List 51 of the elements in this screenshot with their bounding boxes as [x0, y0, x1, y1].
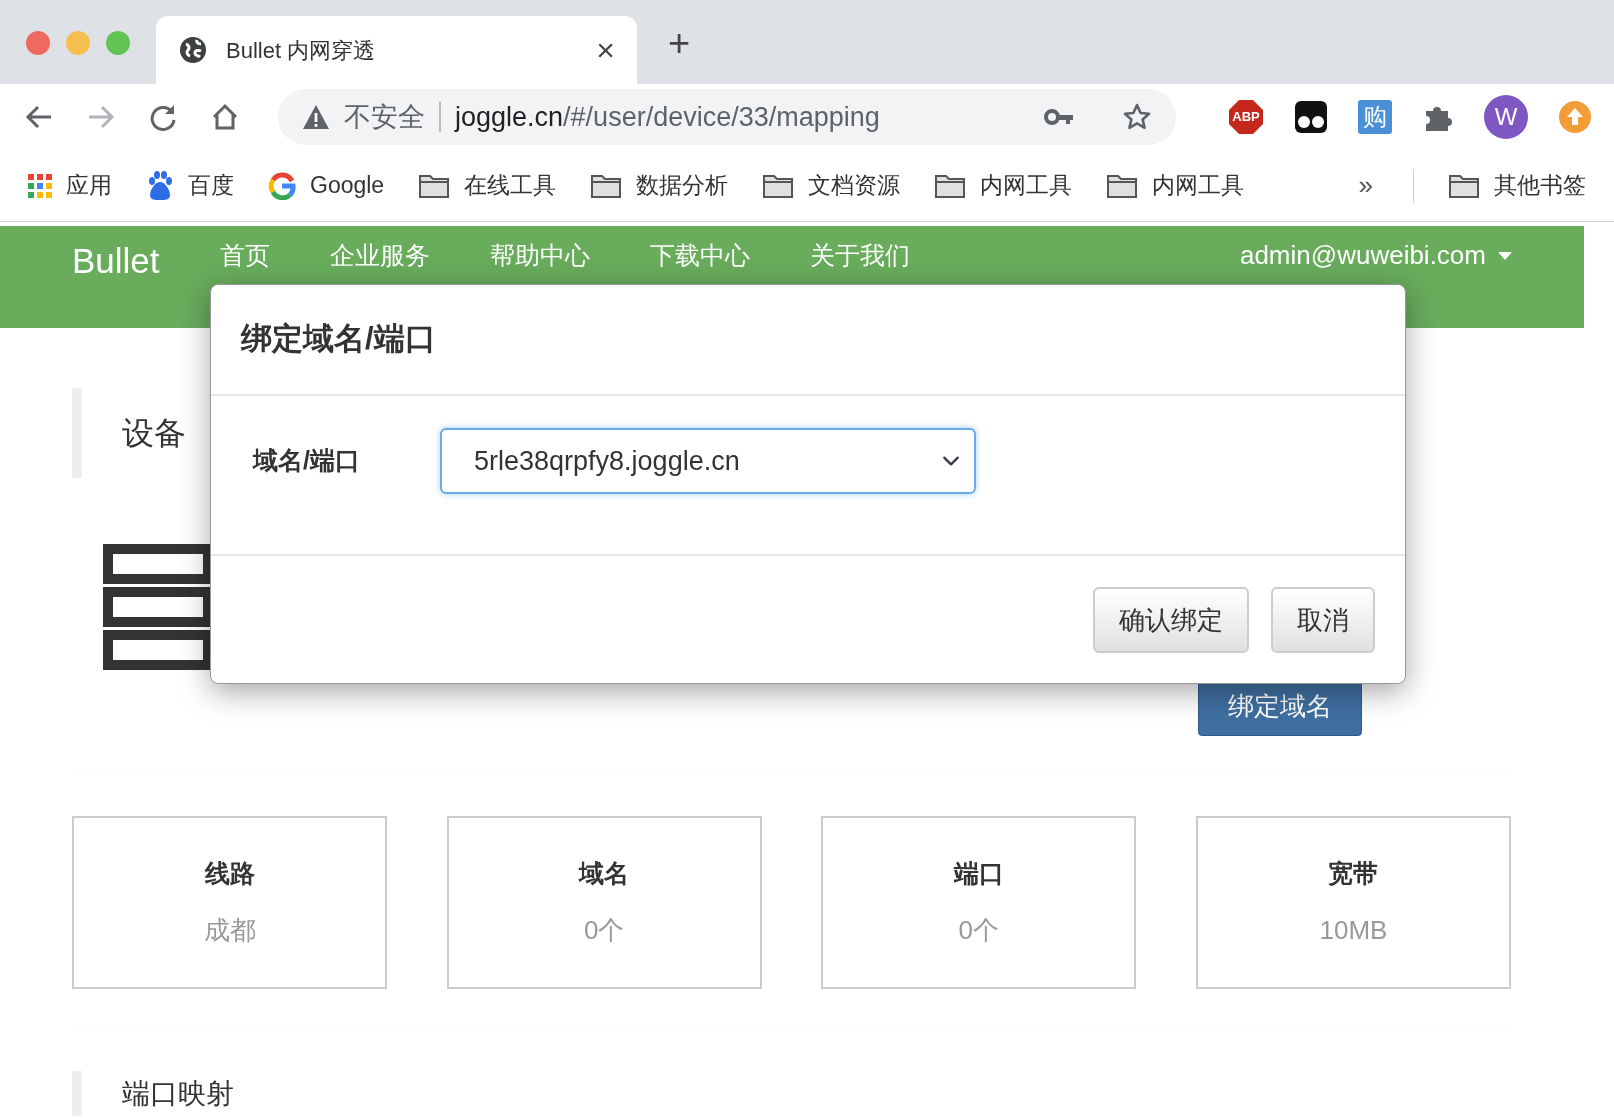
domain-select[interactable]: 5rle38qrpfy8.joggle.cn: [440, 428, 976, 494]
tab-title: Bullet 内网穿透: [226, 36, 376, 65]
stat-value: 成都: [203, 913, 256, 947]
profile-avatar[interactable]: W: [1484, 95, 1528, 139]
paw-icon: [146, 170, 174, 201]
warning-icon: [302, 104, 330, 130]
folder-icon: [934, 172, 967, 199]
stat-value: 0个: [958, 913, 1000, 947]
bookmark[interactable]: 内网工具: [1106, 168, 1245, 203]
close-button[interactable]: ×: [596, 34, 615, 66]
folder-icon: [418, 172, 451, 199]
security-label: 不安全: [344, 100, 425, 134]
other-bookmarks[interactable]: 其他书签: [1448, 168, 1586, 203]
folder-icon: [590, 172, 623, 199]
url-text: joggle.cn/#/user/device/33/mapping: [455, 100, 880, 134]
bookmarks-overflow-button[interactable]: »: [1352, 165, 1379, 206]
bookmark[interactable]: Google: [268, 168, 385, 203]
bookmark[interactable]: 百度: [146, 168, 234, 203]
google-g-icon: [268, 171, 296, 200]
folder-icon: [1448, 172, 1480, 199]
caret-icon: [1498, 251, 1512, 260]
new-tab-button[interactable]: +: [664, 24, 695, 62]
section-title: 设备: [122, 414, 186, 453]
bookmark[interactable]: 在线工具: [418, 168, 557, 203]
glasses-extension-icon[interactable]: [1294, 100, 1328, 134]
bookmark[interactable]: 文档资源: [762, 168, 901, 203]
modal-button[interactable]: 确认绑定: [1093, 587, 1249, 653]
server-icon: [103, 544, 213, 670]
folder-icon: [1106, 172, 1139, 199]
section-title: 端口映射: [122, 1076, 234, 1111]
stat-label: 线路: [204, 858, 255, 890]
home-icon[interactable]: [210, 102, 240, 132]
stat-label: 宽带: [1328, 858, 1379, 890]
stat-value: 0个: [583, 913, 625, 947]
adblock-extension-icon[interactable]: ABP: [1228, 99, 1264, 135]
globe-icon: [178, 35, 208, 65]
stat-label: 域名: [579, 858, 630, 890]
stat-value: 10MB: [1319, 913, 1388, 947]
apps-grid-icon: [28, 173, 52, 198]
browser-tab[interactable]: Bullet 内网穿透 ×: [156, 16, 637, 84]
folder-icon: [762, 172, 795, 199]
bookmark[interactable]: 数据分析: [590, 168, 729, 203]
stat-label: 端口: [953, 858, 1004, 890]
bookmark[interactable]: 内网工具: [934, 168, 1073, 203]
modal-title: 绑定域名/端口: [241, 320, 436, 359]
field-label: 域名/端口: [253, 445, 360, 477]
key-icon[interactable]: [1044, 108, 1074, 126]
address-bar[interactable]: 不安全 joggle.cn/#/user/device/33/mapping: [278, 89, 1176, 145]
modal-button[interactable]: 取消: [1271, 587, 1375, 653]
star-icon[interactable]: [1122, 102, 1152, 132]
bookmark[interactable]: 应用: [28, 168, 112, 203]
